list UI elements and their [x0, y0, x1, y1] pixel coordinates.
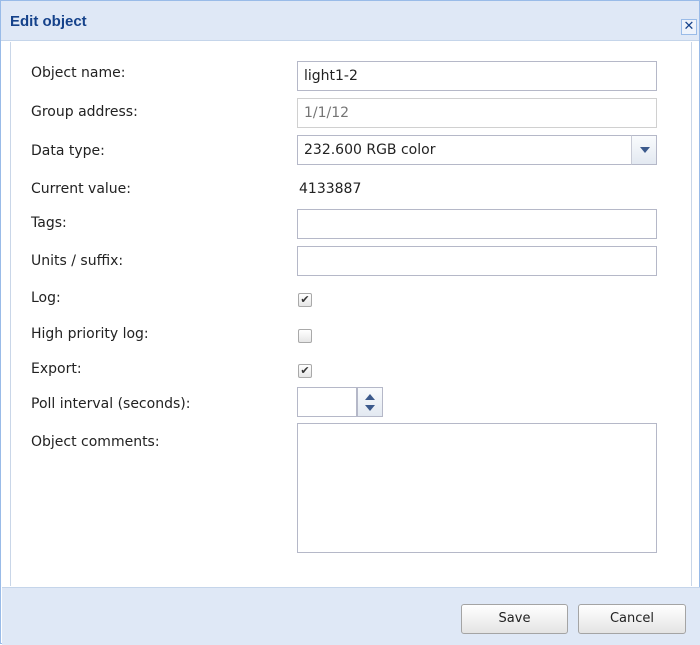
object-name-input[interactable] [297, 61, 657, 91]
spinner-arrows[interactable] [357, 387, 383, 417]
chevron-up-icon[interactable] [365, 394, 375, 400]
poll-interval-input[interactable] [297, 387, 357, 417]
data-type-select[interactable]: 232.600 RGB color [297, 135, 632, 165]
object-comments-textarea[interactable] [297, 423, 657, 553]
group-address-input [297, 98, 657, 128]
units-suffix-input[interactable] [297, 246, 657, 276]
export-checkbox[interactable]: ✔ [298, 364, 312, 378]
save-button[interactable]: Save [461, 604, 568, 634]
cancel-button[interactable]: Cancel [578, 604, 686, 634]
high-priority-log-checkbox[interactable] [298, 329, 312, 343]
high-priority-log-label: High priority log: [31, 326, 149, 342]
chevron-down-icon[interactable] [631, 135, 657, 165]
current-value: 4133887 [299, 181, 362, 197]
tags-label: Tags: [31, 215, 67, 231]
current-value-label: Current value: [31, 181, 131, 197]
tags-input[interactable] [297, 209, 657, 239]
edit-object-dialog: Edit object ✕ Object name: Group address… [0, 0, 700, 645]
poll-interval-label: Poll interval (seconds): [31, 396, 191, 412]
log-label: Log: [31, 290, 61, 306]
object-comments-label: Object comments: [31, 434, 160, 450]
chevron-down-icon[interactable] [365, 405, 375, 411]
dialog-title: Edit object [10, 13, 87, 30]
log-checkbox[interactable]: ✔ [298, 293, 312, 307]
export-label: Export: [31, 361, 82, 377]
close-icon[interactable]: ✕ [681, 19, 697, 35]
dialog-titlebar[interactable]: Edit object ✕ [1, 1, 699, 41]
group-address-label: Group address: [31, 104, 138, 120]
data-type-label: Data type: [31, 143, 105, 159]
units-suffix-label: Units / suffix: [31, 253, 124, 269]
object-name-label: Object name: [31, 65, 126, 81]
